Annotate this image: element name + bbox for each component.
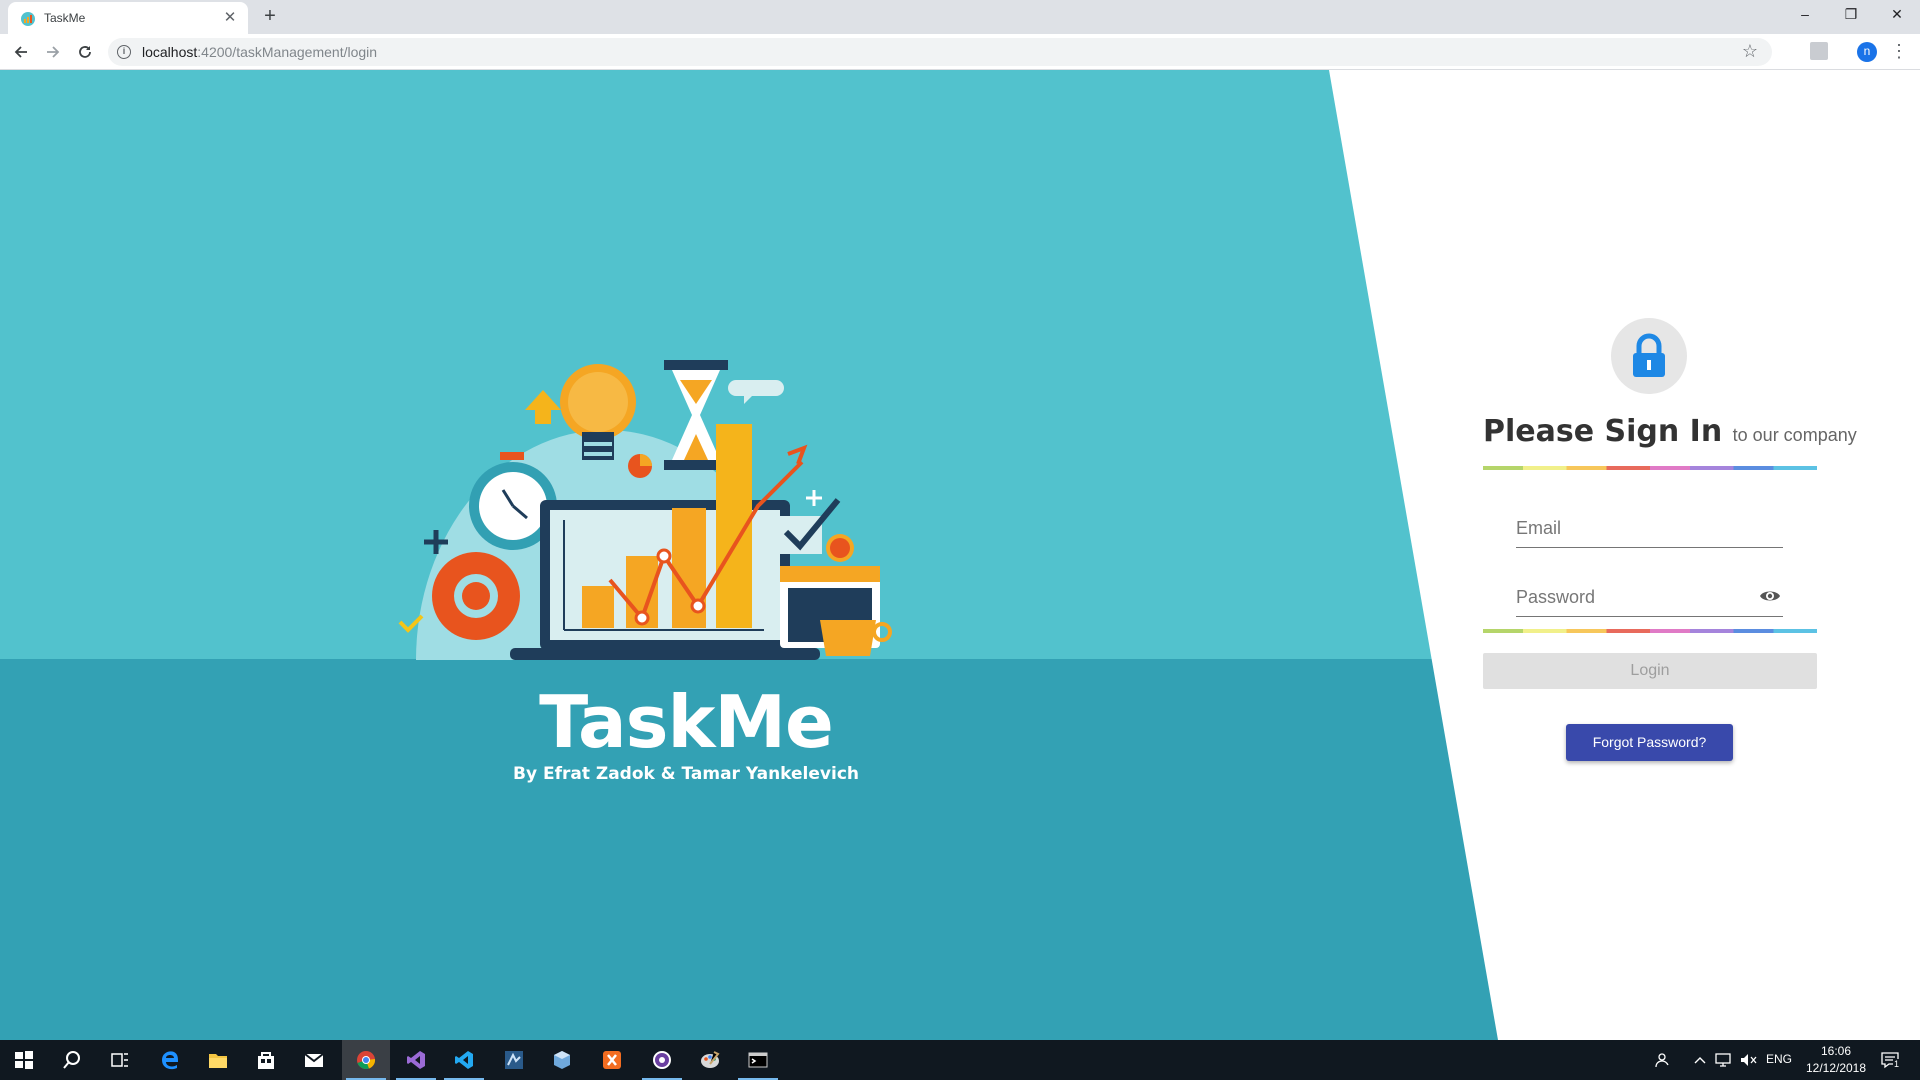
browser-menu-icon[interactable]: ⋮ xyxy=(1890,40,1908,62)
signin-heading: Please Sign In to our company xyxy=(1483,414,1857,449)
browser-tab-strip: TaskMe ✕ + – ❐ ✕ xyxy=(0,0,1920,34)
task-view-icon xyxy=(111,1053,128,1067)
clock-date: 12/12/2018 xyxy=(1805,1061,1867,1075)
volume-muted-icon[interactable] xyxy=(1740,1052,1758,1068)
store-bag-icon xyxy=(258,1052,274,1069)
mail-icon xyxy=(304,1053,324,1067)
network-icon[interactable] xyxy=(1714,1052,1732,1068)
visual-studio-icon xyxy=(407,1051,425,1069)
chrome-icon xyxy=(357,1051,376,1070)
coffee-cup-icon xyxy=(820,620,892,656)
taskbar-store[interactable] xyxy=(242,1040,290,1080)
folder-icon xyxy=(209,1054,227,1068)
taskbar-xampp[interactable] xyxy=(588,1040,636,1080)
forward-arrow-icon[interactable] xyxy=(41,40,65,64)
input-language[interactable]: ENG xyxy=(1766,1052,1792,1066)
password-field xyxy=(1516,577,1783,617)
email-input[interactable] xyxy=(1516,514,1746,542)
restore-button[interactable]: ❐ xyxy=(1828,0,1874,28)
vscode-icon xyxy=(455,1051,473,1069)
task-view-button[interactable] xyxy=(96,1040,144,1080)
taskbar-visual-studio[interactable] xyxy=(392,1040,440,1080)
terminal-icon xyxy=(748,1052,768,1068)
tab-title: TaskMe xyxy=(44,11,86,25)
taskbar-mail[interactable] xyxy=(290,1040,338,1080)
taskbar-chrome[interactable] xyxy=(342,1040,390,1080)
taskbar-virtualbox[interactable] xyxy=(538,1040,586,1080)
rainbow-divider-top xyxy=(1483,466,1817,470)
signin-subtitle: to our company xyxy=(1732,425,1857,445)
sql-server-icon xyxy=(505,1051,523,1069)
profile-avatar[interactable]: n xyxy=(1857,42,1877,62)
clock-time: 16:06 xyxy=(1820,1044,1852,1058)
chevron-up-icon[interactable] xyxy=(1694,1055,1706,1065)
browser-toolbar: i localhost:4200/taskManagement/login ☆ … xyxy=(0,34,1920,70)
rainbow-divider-bottom xyxy=(1483,629,1817,633)
bookmark-star-icon[interactable]: ☆ xyxy=(1742,41,1758,62)
close-window-button[interactable]: ✕ xyxy=(1874,0,1920,28)
gear-icon xyxy=(432,552,520,640)
back-arrow-icon[interactable] xyxy=(9,40,33,64)
taskbar-app-circle[interactable] xyxy=(638,1040,686,1080)
coin-icon xyxy=(826,534,854,562)
paint-palette-icon xyxy=(701,1051,720,1068)
page-viewport: TaskMe By Efrat Zadok & Tamar Yankelevic… xyxy=(0,70,1920,1040)
browser-tab[interactable]: TaskMe ✕ xyxy=(8,2,248,34)
minimize-button[interactable]: – xyxy=(1782,0,1828,28)
windows-taskbar: ENG 16:06 12/12/2018 1 xyxy=(0,1040,1920,1080)
taskbar-paint[interactable] xyxy=(686,1040,734,1080)
address-bar[interactable]: i localhost:4200/taskManagement/login ☆ xyxy=(108,38,1772,66)
email-field xyxy=(1516,508,1783,548)
lock-avatar xyxy=(1611,318,1687,394)
windows-logo-icon xyxy=(15,1051,33,1069)
productivity-illustration xyxy=(398,360,892,660)
taskbar-clock[interactable]: 16:06 12/12/2018 xyxy=(1796,1043,1876,1077)
start-button[interactable] xyxy=(0,1040,48,1080)
xampp-icon xyxy=(603,1051,621,1069)
taskbar-vscode[interactable] xyxy=(440,1040,488,1080)
action-center-button[interactable]: 1 xyxy=(1880,1050,1901,1070)
app-subtitle: By Efrat Zadok & Tamar Yankelevich xyxy=(513,764,859,784)
app-circle-icon xyxy=(653,1051,671,1069)
taskbar-file-explorer[interactable] xyxy=(194,1040,242,1080)
taskbar-sql-server[interactable] xyxy=(490,1040,538,1080)
taskbar-terminal[interactable] xyxy=(734,1040,782,1080)
forgot-password-button[interactable]: Forgot Password? xyxy=(1566,724,1733,761)
search-icon xyxy=(63,1051,80,1069)
laptop-icon xyxy=(510,500,820,660)
show-password-eye-icon[interactable] xyxy=(1759,587,1781,605)
new-tab-button[interactable]: + xyxy=(258,5,282,29)
notification-count: 1 xyxy=(1893,1059,1901,1069)
tab-close-icon[interactable]: ✕ xyxy=(220,8,240,28)
reload-icon[interactable] xyxy=(73,40,97,64)
signin-title: Please Sign In xyxy=(1483,414,1723,449)
cube-icon xyxy=(554,1051,570,1069)
site-info-icon[interactable]: i xyxy=(117,45,131,59)
lock-icon xyxy=(1633,333,1665,377)
login-button[interactable]: Login xyxy=(1483,653,1817,689)
extension-icon[interactable] xyxy=(1810,42,1828,60)
password-input[interactable] xyxy=(1516,583,1746,611)
edge-browser-icon xyxy=(162,1051,178,1070)
url-text: localhost:4200/taskManagement/login xyxy=(142,44,378,60)
search-button[interactable] xyxy=(48,1040,96,1080)
people-icon[interactable] xyxy=(1655,1052,1671,1068)
taskbar-edge[interactable] xyxy=(146,1040,194,1080)
app-favicon-icon xyxy=(21,12,35,26)
app-title: TaskMe xyxy=(539,680,834,764)
